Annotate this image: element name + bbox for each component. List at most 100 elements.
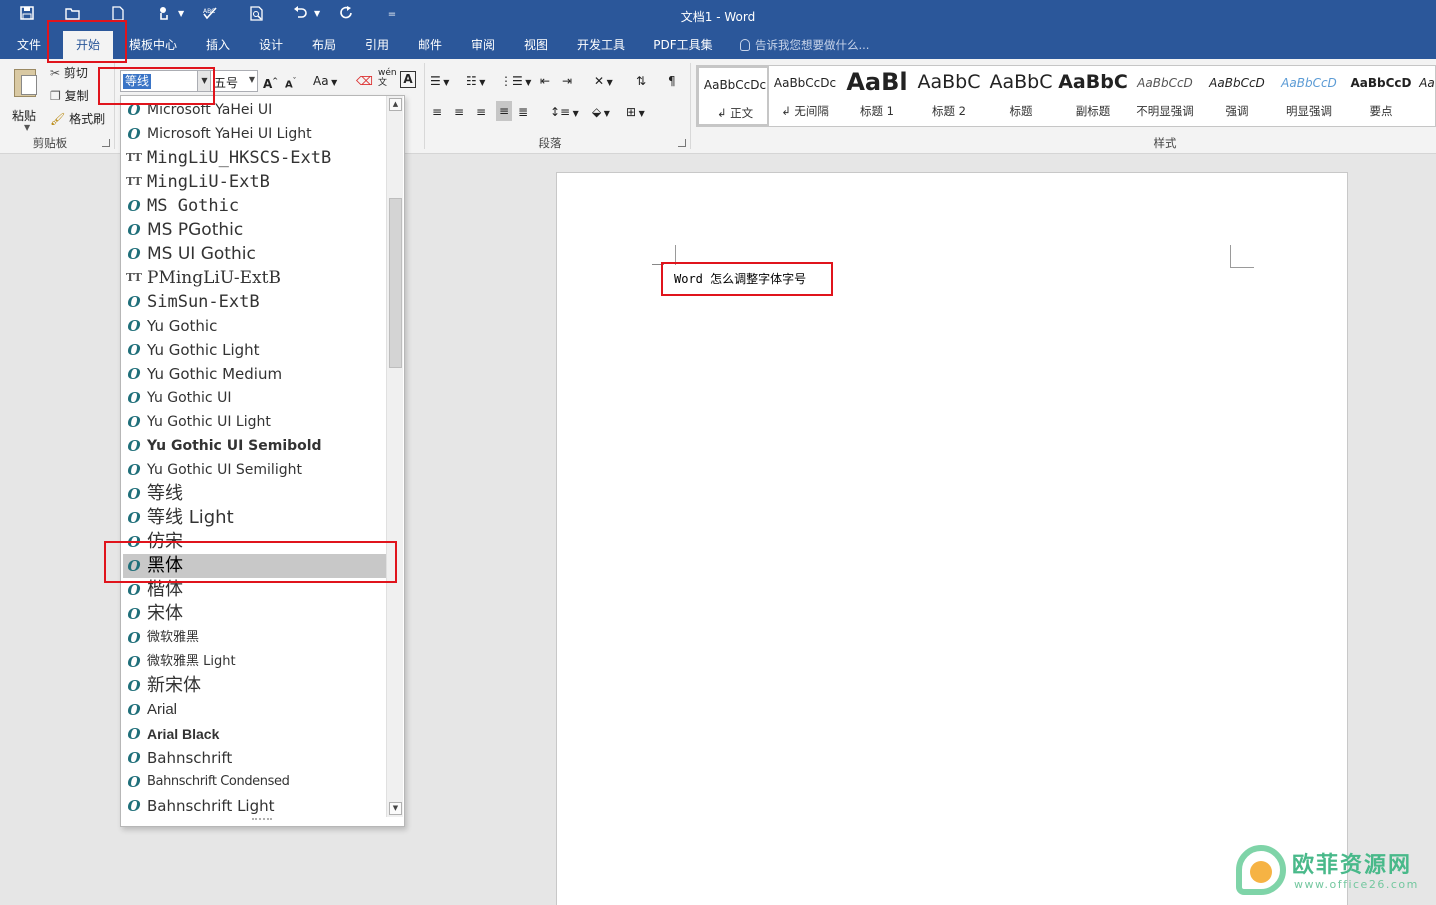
font-item[interactable]: TT MingLiU-ExtB: [123, 170, 387, 194]
decrease-indent-icon[interactable]: ⇤: [540, 71, 550, 91]
font-item[interactable]: TT MingLiU_HKSCS-ExtB: [123, 146, 387, 170]
style-normal[interactable]: AaBbCcDc ↲ 正文: [697, 66, 769, 126]
font-item[interactable]: O Yu Gothic Light: [123, 338, 387, 362]
font-item[interactable]: O 宋体: [123, 602, 387, 626]
tab-template-center[interactable]: 模板中心: [120, 31, 186, 59]
tab-file[interactable]: 文件: [6, 31, 52, 59]
shading-icon[interactable]: ⬙ ▼: [592, 102, 610, 122]
shrink-font-icon[interactable]: Aˇ: [285, 71, 296, 91]
style-no-spacing[interactable]: AaBbCcDc ↲ 无间隔: [769, 66, 841, 126]
font-item[interactable]: O 微软雅黑: [123, 626, 387, 650]
font-item[interactable]: O 新宋体: [123, 674, 387, 698]
opentype-icon: O: [127, 581, 141, 599]
font-item[interactable]: O Yu Gothic: [123, 314, 387, 338]
scroll-down-icon[interactable]: ▼: [389, 802, 402, 815]
tab-view[interactable]: 视图: [514, 31, 558, 59]
font-item[interactable]: O 等线 Light: [123, 506, 387, 530]
font-item[interactable]: O MS UI Gothic: [123, 242, 387, 266]
scrollbar-thumb[interactable]: [389, 198, 402, 368]
font-item[interactable]: O Yu Gothic Medium: [123, 362, 387, 386]
font-dropdown-list[interactable]: O Microsoft YaHei UI O Microsoft YaHei UI …: [120, 95, 405, 827]
sort-icon[interactable]: ⇅: [636, 71, 646, 91]
touch-mode-icon[interactable]: [154, 6, 174, 24]
cut-button[interactable]: ✂ 剪切: [50, 63, 88, 83]
multilevel-list-icon[interactable]: ⋮☰ ▼: [500, 71, 531, 91]
tab-insert[interactable]: 插入: [196, 31, 240, 59]
font-item-label: Yu Gothic UI Semilight: [147, 462, 302, 478]
font-item[interactable]: TT PMingLiU-ExtB: [123, 266, 387, 290]
style-heading-1[interactable]: AaBl 标题 1: [841, 66, 913, 126]
tab-developer[interactable]: 开发工具: [567, 31, 635, 59]
borders-icon[interactable]: ⊞ ▼: [626, 102, 645, 122]
justify-icon[interactable]: ≡: [496, 101, 513, 121]
line-spacing-icon[interactable]: ↕≡ ▼: [550, 102, 579, 122]
change-case-button[interactable]: Aa ▼: [313, 71, 337, 91]
tab-review[interactable]: 审阅: [461, 31, 505, 59]
font-item[interactable]: O MS PGothic: [123, 218, 387, 242]
redo-icon[interactable]: [336, 6, 356, 24]
touch-mode-dropdown-icon[interactable]: ▼: [178, 9, 184, 18]
character-border-button[interactable]: A: [400, 71, 416, 88]
font-list-scrollbar[interactable]: ▲ ▼: [386, 96, 403, 817]
style-emphasis[interactable]: AaBbCcD 强调: [1201, 66, 1273, 126]
font-item[interactable]: O Bahnschrift: [123, 746, 387, 770]
paste-dropdown-icon[interactable]: ▼: [24, 123, 30, 132]
grow-font-icon[interactable]: A^: [263, 71, 278, 91]
font-item[interactable]: O Yu Gothic UI Semibold: [123, 434, 387, 458]
scroll-up-icon[interactable]: ▲: [389, 98, 402, 111]
style-title[interactable]: AaBbC 标题: [985, 66, 1057, 126]
font-item[interactable]: O SimSun-ExtB: [123, 290, 387, 314]
font-item[interactable]: O Yu Gothic UI: [123, 386, 387, 410]
style-subtitle[interactable]: AaBbC 副标题: [1057, 66, 1129, 126]
save-icon[interactable]: [17, 6, 37, 24]
format-painter-button[interactable]: 🖌 格式刷: [50, 109, 105, 129]
increase-indent-icon[interactable]: ⇥: [562, 71, 572, 91]
opentype-icon: O: [127, 797, 141, 815]
tab-references[interactable]: 引用: [355, 31, 399, 59]
font-item[interactable]: O 等线: [123, 482, 387, 506]
paste-button[interactable]: 粘贴 ▼: [6, 67, 46, 132]
font-item[interactable]: O Microsoft YaHei UI Light: [123, 122, 387, 146]
font-item[interactable]: O Yu Gothic UI Semilight: [123, 458, 387, 482]
copy-button[interactable]: ❐ 复制: [50, 86, 89, 106]
resize-grip-icon[interactable]: [252, 818, 272, 824]
print-preview-icon[interactable]: [247, 6, 267, 24]
clipboard-launcher-icon[interactable]: [102, 139, 110, 147]
tab-pdf-tools[interactable]: PDF工具集: [645, 31, 721, 59]
font-size-input[interactable]: 五号: [214, 74, 238, 91]
style-subtle-emphasis[interactable]: AaBbCcD 不明显强调: [1129, 66, 1201, 126]
undo-dropdown-icon[interactable]: ▼: [314, 9, 320, 18]
font-size-dropdown-icon[interactable]: ▼: [249, 75, 255, 84]
font-item[interactable]: O Arial Black: [123, 722, 387, 746]
bullets-icon[interactable]: ☰ ▼: [430, 71, 449, 91]
spelling-icon[interactable]: ABC: [200, 6, 220, 24]
tab-mailings[interactable]: 邮件: [408, 31, 452, 59]
font-item[interactable]: O MS Gothic: [123, 194, 387, 218]
tab-design[interactable]: 设计: [249, 31, 293, 59]
customize-icon[interactable]: =: [382, 6, 402, 24]
chinese-layout-icon[interactable]: ✕ ▼: [594, 71, 613, 91]
phonetic-guide-button[interactable]: wén 文: [378, 68, 397, 88]
font-size-combo[interactable]: 五号 ▼: [210, 70, 258, 92]
paragraph-launcher-icon[interactable]: [678, 139, 686, 147]
distributed-icon[interactable]: ≣: [518, 102, 528, 122]
style-strong[interactable]: AaBbCcD 要点: [1345, 66, 1417, 126]
style-more[interactable]: Aa: [1417, 66, 1436, 126]
style-intense-emphasis[interactable]: AaBbCcD 明显强调: [1273, 66, 1345, 126]
show-marks-icon[interactable]: ¶: [668, 71, 676, 91]
style-preview: AaBbCcD: [1209, 76, 1265, 90]
align-center-icon[interactable]: ≡: [454, 102, 464, 122]
align-right-icon[interactable]: ≡: [476, 102, 486, 122]
undo-icon[interactable]: [290, 6, 310, 24]
tell-me-search[interactable]: 告诉我您想要做什么...: [740, 31, 869, 59]
font-item[interactable]: O Bahnschrift Light: [123, 794, 387, 818]
align-left-icon[interactable]: ≡: [432, 102, 442, 122]
numbering-icon[interactable]: ☷ ▼: [466, 71, 485, 91]
font-item[interactable]: O Bahnschrift Condensed: [123, 770, 387, 794]
clear-formatting-icon[interactable]: ⌫: [356, 71, 373, 91]
tab-layout[interactable]: 布局: [302, 31, 346, 59]
font-item[interactable]: O 微软雅黑 Light: [123, 650, 387, 674]
font-item[interactable]: O Yu Gothic UI Light: [123, 410, 387, 434]
font-item[interactable]: O Arial: [123, 698, 387, 722]
style-heading-2[interactable]: AaBbC 标题 2: [913, 66, 985, 126]
